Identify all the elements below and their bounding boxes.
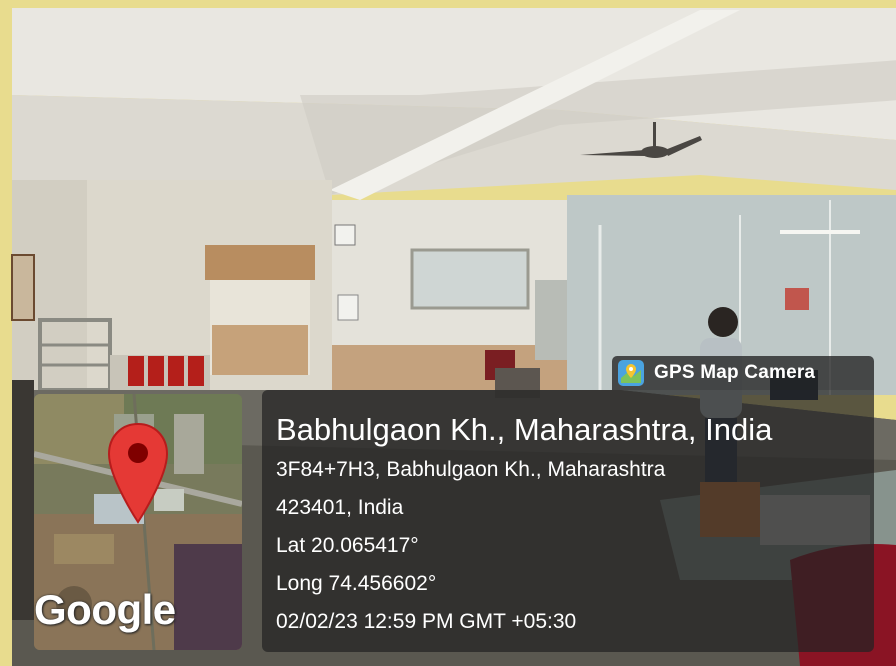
timestamp-text: 02/02/23 12:59 PM GMT +05:30 xyxy=(276,610,577,633)
map-pin-icon xyxy=(107,422,169,524)
map-pin-app-icon xyxy=(618,360,644,386)
address-line-1: 3F84+7H3, Babhulgaon Kh., Maharashtra xyxy=(276,458,666,481)
latitude-text: Lat 20.065417° xyxy=(276,534,419,557)
location-title: Babhulgaon Kh., Maharashtra, India xyxy=(276,412,773,447)
gps-map-camera-badge: GPS Map Camera xyxy=(612,356,874,390)
app-name: GPS Map Camera xyxy=(654,362,816,383)
google-attribution: Google xyxy=(34,586,176,633)
longitude-text: Long 74.456602° xyxy=(276,572,437,595)
location-info-panel: Babhulgaon Kh., Maharashtra, India 3F84+… xyxy=(262,390,874,652)
address-line-2: 423401, India xyxy=(276,496,404,519)
